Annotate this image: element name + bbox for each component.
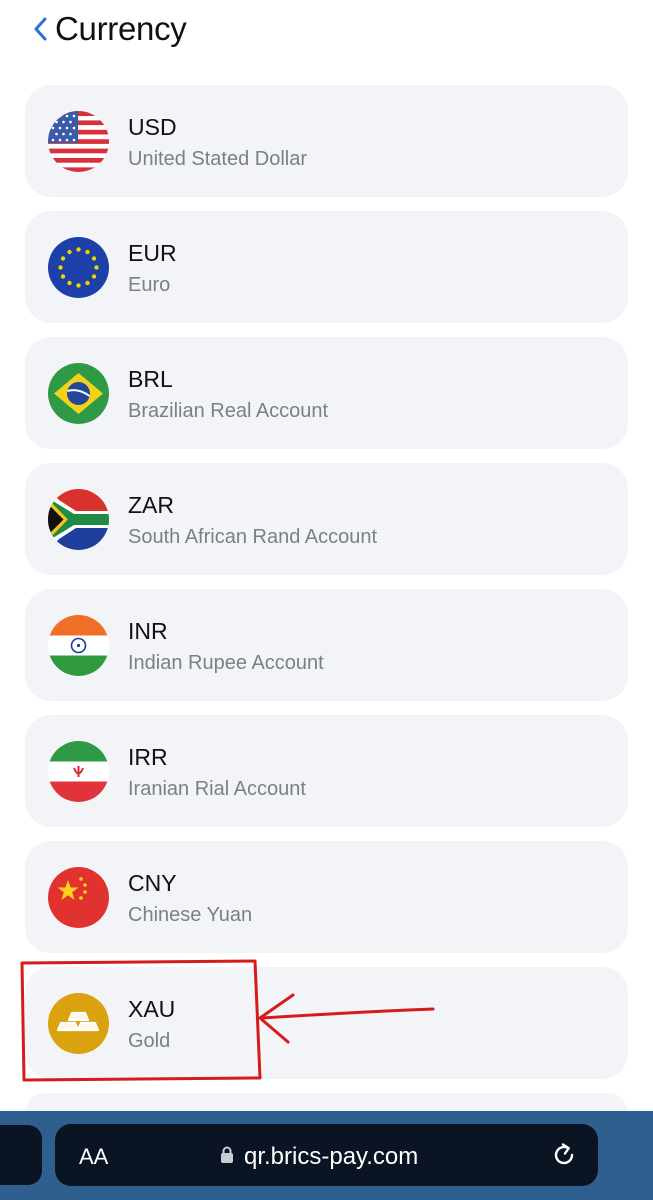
currency-item-irr[interactable]: IRR Iranian Rial Account — [25, 715, 628, 827]
previous-tab[interactable] — [0, 1125, 42, 1185]
eu-flag-icon — [48, 237, 109, 298]
currency-name: South African Rand Account — [128, 526, 378, 548]
currency-item-inr[interactable]: INR Indian Rupee Account — [25, 589, 628, 701]
url-text: qr.brics-pay.com — [244, 1143, 419, 1170]
currency-name: Gold — [128, 1030, 171, 1052]
address-bar[interactable]: AA qr.brics-pay.com — [55, 1124, 598, 1186]
currency-code: EUR — [128, 240, 177, 266]
india-flag-icon — [48, 615, 109, 676]
currency-item-xau[interactable]: XAU Gold — [25, 967, 628, 1079]
currency-name: Chinese Yuan — [128, 904, 253, 926]
reload-icon[interactable] — [550, 1141, 578, 1169]
currency-item-zar[interactable]: ZAR South African Rand Account — [25, 463, 628, 575]
currency-item-usd[interactable]: USD United Stated Dollar — [25, 85, 628, 197]
text-size-button[interactable]: AA — [79, 1144, 108, 1170]
currency-name: United Stated Dollar — [128, 148, 307, 170]
us-flag-icon — [48, 111, 109, 172]
currency-list: USD United Stated Dollar EUR Euro BRL Br… — [25, 85, 628, 1133]
chevron-left-icon[interactable] — [30, 14, 52, 44]
currency-code: USD — [128, 114, 177, 140]
currency-code: IRR — [128, 744, 168, 770]
south-africa-flag-icon — [48, 489, 109, 550]
currency-item-eur[interactable]: EUR Euro — [25, 211, 628, 323]
currency-code: CNY — [128, 870, 177, 896]
currency-code: XAU — [128, 996, 176, 1022]
currency-name: Euro — [128, 274, 171, 296]
currency-item-brl[interactable]: BRL Brazilian Real Account — [25, 337, 628, 449]
browser-toolbar: AA qr.brics-pay.com — [0, 1111, 653, 1200]
currency-item-cny[interactable]: CNY Chinese Yuan — [25, 841, 628, 953]
currency-name: Iranian Rial Account — [128, 778, 306, 800]
gold-bars-icon — [48, 993, 109, 1054]
header: Currency — [0, 0, 653, 60]
currency-code: BRL — [128, 366, 173, 392]
currency-code: INR — [128, 618, 168, 644]
china-flag-icon — [48, 867, 109, 928]
lock-icon — [221, 1146, 233, 1163]
page-title: Currency — [55, 10, 187, 47]
currency-code: ZAR — [128, 492, 174, 518]
brazil-flag-icon — [48, 363, 109, 424]
currency-name: Indian Rupee Account — [128, 652, 324, 674]
currency-name: Brazilian Real Account — [128, 400, 329, 422]
iran-flag-icon — [48, 741, 109, 802]
